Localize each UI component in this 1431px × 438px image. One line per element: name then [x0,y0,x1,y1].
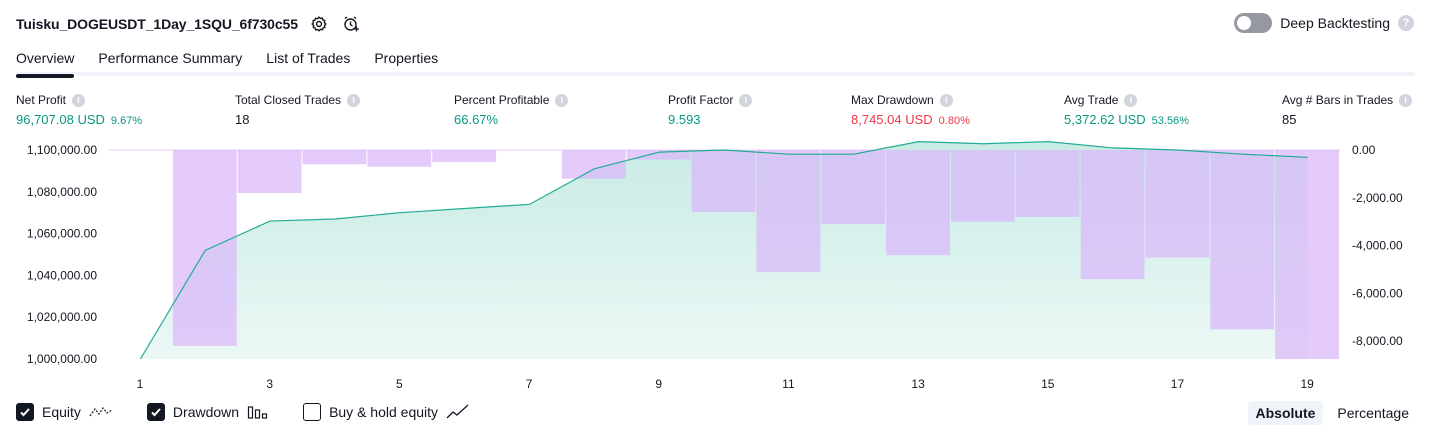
info-icon[interactable]: i [1124,93,1138,107]
x-axis-tick: 19 [1300,377,1314,391]
drawdown-bar [302,150,367,165]
left-axis-tick: 1,020,000.00 [27,310,97,324]
x-axis-tick: 3 [266,377,273,391]
metric-label: Max Drawdown [851,93,934,107]
metric-percent: 0.80% [938,115,970,127]
deep-backtesting-control: Deep Backtesting ? [1234,13,1414,33]
metric-value: 9.593 [668,112,701,127]
drawdown-bar [237,150,302,194]
chart-legend: Equity Drawdown Buy & hold equity [16,403,504,421]
metric-percent: 53.56% [1151,115,1189,127]
left-axis-tick: 1,080,000.00 [27,185,97,199]
metric-value: 18 [235,112,250,127]
right-axis-tick: -2,000.00 [1352,191,1403,205]
x-axis-tick: 15 [1041,377,1055,391]
equity-checkbox[interactable] [16,403,34,421]
tab-performance-summary[interactable]: Performance Summary [98,44,242,74]
drawdown-checkbox[interactable] [146,403,165,421]
legend-equity-label: Equity [42,404,81,420]
equity-line-icon [89,404,113,420]
drawdown-bar [432,150,497,162]
tab-properties[interactable]: Properties [374,44,438,74]
metric-value: 85 [1282,112,1297,127]
left-axis-tick: 1,040,000.00 [27,268,97,282]
buy-hold-line-icon [446,404,470,420]
legend-buy-hold-label: Buy & hold equity [329,404,439,420]
drawdown-bar [1145,150,1210,258]
deep-backtesting-label: Deep Backtesting [1280,15,1390,31]
legend-equity[interactable]: Equity [16,403,113,421]
metric-value: 66.67% [454,112,499,127]
x-axis-tick: 1 [137,377,144,391]
info-icon[interactable]: i [1399,93,1413,107]
x-axis-tick: 11 [782,377,795,391]
right-axis-tick: -8,000.00 [1352,334,1403,348]
info-icon[interactable]: i [739,93,753,107]
drawdown-bar [1275,150,1339,359]
x-axis-tick: 17 [1171,377,1185,391]
drawdown-bar [367,150,432,167]
right-axis-tick: -6,000.00 [1352,286,1403,300]
x-axis-tick: 7 [526,377,533,391]
tab-list-of-trades[interactable]: List of Trades [266,44,350,74]
x-axis-tick: 13 [911,377,925,391]
metric-percent: 9.67% [110,115,143,127]
drawdown-bar [1210,150,1275,330]
right-axis-tick: 0.00 [1352,143,1376,157]
drawdown-bar [950,150,1015,222]
metric-max-drawdown: Max Drawdown i 8,745.04 USD 0.80% [851,93,970,127]
settings-gear-icon[interactable] [308,13,330,35]
drawdown-bar [1015,150,1080,217]
buy-hold-checkbox[interactable] [303,403,322,421]
report-tabs: Overview Performance Summary List of Tra… [16,44,1415,78]
legend-drawdown[interactable]: Drawdown [146,403,269,421]
percentage-button[interactable]: Percentage [1329,401,1417,425]
metric-label: Profit Factor [668,93,734,107]
help-icon[interactable]: ? [1398,15,1414,31]
left-axis-tick: 1,100,000.00 [27,143,97,157]
metric-label: Avg # Bars in Trades [1282,93,1394,107]
x-axis-tick: 9 [655,377,662,391]
left-axis-tick: 1,000,000.00 [27,352,97,366]
drawdown-bar [561,150,626,179]
metric-net-profit: Net Profit i 96,707.08 USD 9.67% [16,93,142,127]
metric-value: 96,707.08 USD [16,112,105,127]
metric-label: Net Profit [16,93,67,107]
left-axis-tick: 1,060,000.00 [27,227,97,241]
equity-drawdown-chart[interactable]: 1,000,000.00 1,020,000.00 1,040,000.00 1,06… [0,140,1431,398]
metric-avg-bars: Avg # Bars in Trades i 85 [1282,93,1413,127]
legend-buy-hold[interactable]: Buy & hold equity [303,403,470,421]
metric-profit-factor: Profit Factor i 9.593 [668,93,753,127]
right-axis-tick: -4,000.00 [1352,239,1403,253]
metric-total-closed-trades: Total Closed Trades i 18 [235,93,361,127]
metric-label: Total Closed Trades [235,93,342,107]
metric-label: Percent Profitable [454,93,550,107]
metric-value: 5,372.62 USD [1064,112,1146,127]
info-icon[interactable]: i [555,93,569,107]
info-icon[interactable]: i [72,93,86,107]
info-icon[interactable]: i [939,93,953,107]
absolute-button[interactable]: Absolute [1247,401,1324,425]
strategy-title: Tuisku_DOGEUSDT_1Day_1SQU_6f730c55 [16,16,298,32]
strategy-header: Tuisku_DOGEUSDT_1Day_1SQU_6f730c55 [16,12,362,36]
metric-percent-profitable: Percent Profitable i 66.67% [454,93,569,127]
drawdown-bar [756,150,821,272]
deep-backtesting-toggle[interactable] [1234,13,1273,33]
drawdown-bar [886,150,950,256]
drawdown-bar [172,150,237,346]
scale-toggle: Absolute Percentage [1247,401,1418,425]
drawdown-bars-icon [247,404,269,420]
add-alert-clock-icon[interactable] [340,13,362,35]
metrics-bar: Net Profit i 96,707.08 USD 9.67% Total Clo… [16,93,1415,133]
drawdown-bar [1080,150,1145,280]
metric-value: 8,745.04 USD [851,112,933,127]
info-icon[interactable]: i [347,93,361,107]
tab-overview[interactable]: Overview [16,44,75,78]
x-axis-tick: 5 [396,377,403,391]
metric-avg-trade: Avg Trade i 5,372.62 USD 53.56% [1064,93,1189,127]
legend-drawdown-label: Drawdown [172,404,240,420]
drawdown-bar [691,150,756,213]
metric-label: Avg Trade [1064,93,1119,107]
drawdown-bar [821,150,886,225]
